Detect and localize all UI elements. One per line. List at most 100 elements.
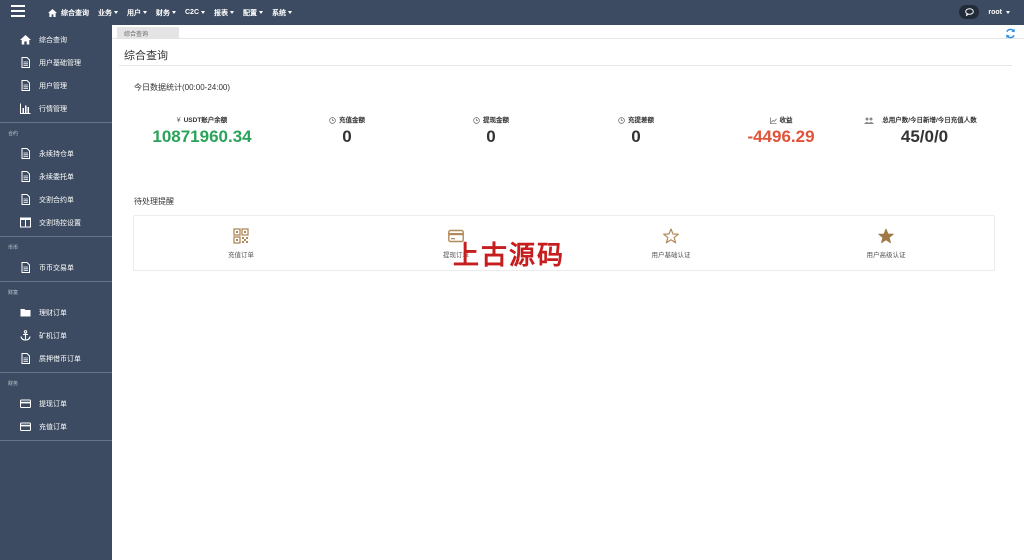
star-filled-icon bbox=[878, 228, 894, 244]
sidebar-item-market[interactable]: 行情管理 bbox=[0, 97, 112, 120]
topnav-item-reports[interactable]: 报表 bbox=[214, 8, 235, 18]
pending-advanced-verification[interactable]: 用户高级认证 bbox=[816, 228, 956, 259]
columns-icon bbox=[20, 217, 31, 228]
topnav-item-c2c[interactable]: C2C bbox=[185, 9, 206, 16]
sidebar-item-user-manage[interactable]: 用户管理 bbox=[0, 74, 112, 97]
topnav-item-system[interactable]: 系统 bbox=[272, 8, 293, 18]
stat-label-text: USDT账户余额 bbox=[183, 117, 228, 124]
sidebar-item-spot-orders[interactable]: 币币交易单 bbox=[0, 256, 112, 279]
stats-section-title: 今日数据统计(00:00-24:00) bbox=[134, 83, 231, 92]
stat-label-text: 充提差额 bbox=[628, 117, 654, 124]
stat-label: 收益 bbox=[731, 116, 831, 125]
stat-label: ¥ USDT账户余额 bbox=[142, 116, 262, 125]
user-area: root bbox=[959, 5, 1010, 19]
sidebar-item-label: 交割场控设置 bbox=[39, 219, 81, 227]
stat-label-text: 提现金额 bbox=[483, 117, 509, 124]
topnav-item-business[interactable]: 业务 bbox=[98, 8, 118, 18]
yen-icon: ¥ bbox=[176, 117, 181, 124]
document-icon bbox=[21, 353, 30, 364]
top-nav: 综合查询 业务 用户 财务 C2C 报表 配置 系统 bbox=[48, 0, 301, 25]
card-icon bbox=[20, 422, 31, 431]
chat-icon bbox=[965, 8, 974, 16]
stat-value: 45/0/0 bbox=[900, 127, 949, 146]
stat-profit: 收益 -4496.29 bbox=[731, 116, 831, 147]
sidebar-group-title: 合约 bbox=[8, 131, 19, 137]
sidebar-item-perpetual-orders[interactable]: 永续委托单 bbox=[0, 165, 112, 188]
tab-bar: 综合查询 bbox=[112, 25, 1024, 39]
username-label: root bbox=[988, 8, 1002, 16]
chevron-down-icon bbox=[288, 11, 293, 14]
sidebar-item-user-basic[interactable]: 用户基础管理 bbox=[0, 51, 112, 74]
sidebar-divider bbox=[0, 372, 112, 373]
topnav-item-label: 财务 bbox=[156, 9, 170, 17]
pending-section-title: 待处理提醒 bbox=[134, 197, 174, 206]
chevron-down-icon bbox=[1006, 10, 1010, 14]
qrcode-icon bbox=[233, 228, 249, 244]
document-icon bbox=[21, 262, 30, 273]
watermark-text: 上古源码 bbox=[453, 241, 566, 271]
topnav-item-finance[interactable]: 财务 bbox=[156, 8, 176, 18]
topnav-item-overview[interactable]: 综合查询 bbox=[48, 8, 89, 18]
home-icon bbox=[48, 8, 57, 17]
sidebar-item-label: 矿机订单 bbox=[39, 332, 67, 340]
topnav-item-label: 用户 bbox=[127, 9, 141, 17]
page-title: 综合查询 bbox=[124, 50, 168, 62]
home-icon bbox=[20, 35, 31, 45]
sidebar-item-withdraw-orders[interactable]: 提现订单 bbox=[0, 392, 112, 415]
pending-label: 用户基础认证 bbox=[651, 252, 691, 259]
clock-icon bbox=[329, 117, 336, 124]
sidebar-item-finance-orders[interactable]: 理财订单 bbox=[0, 301, 112, 324]
clock-icon bbox=[473, 117, 480, 124]
sidebar-divider bbox=[0, 122, 112, 123]
sidebar-divider bbox=[0, 440, 112, 441]
sidebar-item-pledge-orders[interactable]: 质押借币订单 bbox=[0, 347, 112, 370]
sidebar-item-label: 行情管理 bbox=[39, 105, 67, 113]
document-icon bbox=[21, 194, 30, 205]
sidebar-item-overview[interactable]: 综合查询 bbox=[0, 28, 112, 51]
sidebar-item-label: 永续持仓单 bbox=[39, 150, 74, 158]
bar-chart-icon bbox=[20, 103, 31, 114]
topnav-item-label: C2C bbox=[185, 9, 200, 16]
sidebar-item-delivery-contracts[interactable]: 交割合约单 bbox=[0, 188, 112, 211]
stat-value: 0 bbox=[486, 127, 496, 146]
stat-label: 充提差额 bbox=[586, 116, 686, 125]
stat-usdt-balance: ¥ USDT账户余额 10871960.34 bbox=[142, 116, 262, 147]
star-outline-icon bbox=[663, 228, 679, 244]
document-icon bbox=[21, 80, 30, 91]
refresh-icon[interactable] bbox=[1005, 28, 1016, 39]
document-icon bbox=[21, 57, 30, 68]
sidebar-item-label: 提现订单 bbox=[39, 400, 67, 408]
stat-net-difference: 充提差额 0 bbox=[586, 116, 686, 147]
sidebar-item-label: 永续委托单 bbox=[39, 173, 74, 181]
sidebar-item-label: 综合查询 bbox=[39, 36, 67, 44]
chat-button[interactable] bbox=[959, 5, 980, 19]
sidebar-item-delivery-control[interactable]: 交割场控设置 bbox=[0, 211, 112, 234]
topnav-item-config[interactable]: 配置 bbox=[243, 8, 264, 18]
pending-basic-verification[interactable]: 用户基础认证 bbox=[601, 228, 741, 259]
chevron-down-icon bbox=[114, 11, 118, 14]
main-content: 综合查询 综合查询 今日数据统计(00:00-24:00) ¥ USDT账户余额… bbox=[112, 25, 1024, 560]
sidebar-item-miner-orders[interactable]: 矿机订单 bbox=[0, 324, 112, 347]
sidebar-divider bbox=[0, 236, 112, 237]
sidebar-item-label: 充值订单 bbox=[39, 423, 67, 431]
menu-toggle-button[interactable] bbox=[11, 5, 25, 19]
pending-deposit-orders[interactable]: 充值订单 bbox=[171, 228, 311, 259]
topnav-item-users[interactable]: 用户 bbox=[127, 8, 147, 18]
sidebar-item-deposit-orders[interactable]: 充值订单 bbox=[0, 415, 112, 438]
sidebar-divider bbox=[0, 281, 112, 282]
topnav-item-label: 报表 bbox=[214, 9, 229, 17]
stat-label: 充值金额 bbox=[297, 116, 397, 125]
document-icon bbox=[21, 148, 30, 159]
tab-overview[interactable]: 综合查询 bbox=[117, 27, 179, 39]
stat-deposit-amount: 充值金额 0 bbox=[297, 116, 397, 147]
user-menu[interactable]: root bbox=[988, 9, 1010, 16]
stat-value: 10871960.34 bbox=[152, 127, 252, 146]
sidebar-group-title: 币币 bbox=[8, 245, 19, 251]
sidebar-item-label: 理财订单 bbox=[39, 309, 67, 317]
topnav-item-label: 业务 bbox=[98, 9, 112, 17]
pending-label: 用户高级认证 bbox=[866, 252, 906, 259]
document-icon bbox=[21, 171, 30, 182]
card-icon bbox=[20, 399, 31, 408]
sidebar-item-perpetual-positions[interactable]: 永续持仓单 bbox=[0, 142, 112, 165]
chevron-down-icon bbox=[230, 11, 235, 14]
